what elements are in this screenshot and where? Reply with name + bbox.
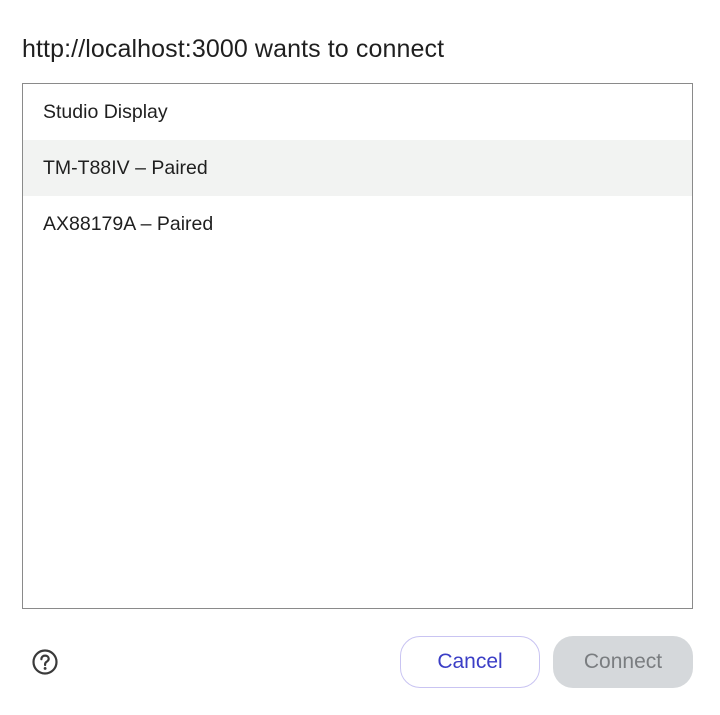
- device-item[interactable]: Studio Display: [23, 84, 692, 140]
- bluetooth-chooser-dialog: http://localhost:3000 wants to connect S…: [0, 0, 720, 715]
- cancel-button[interactable]: Cancel: [400, 636, 540, 688]
- device-list[interactable]: Studio Display TM-T88IV – Paired AX88179…: [22, 83, 693, 609]
- help-circle-icon: [31, 648, 59, 676]
- device-item[interactable]: AX88179A – Paired: [23, 196, 692, 252]
- device-item[interactable]: TM-T88IV – Paired: [23, 140, 692, 196]
- connect-button[interactable]: Connect: [553, 636, 693, 688]
- help-button[interactable]: [31, 648, 59, 676]
- dialog-title: http://localhost:3000 wants to connect: [22, 35, 445, 63]
